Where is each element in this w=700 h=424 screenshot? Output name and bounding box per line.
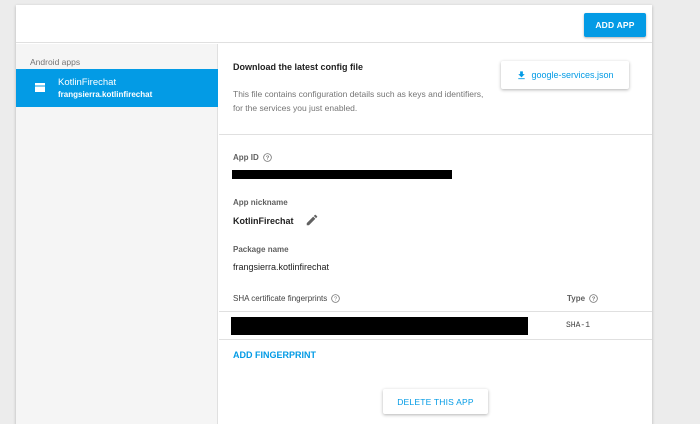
type-column-label: Type ? xyxy=(567,294,598,303)
sha-fingerprints-label: SHA certificate fingerprints ? xyxy=(233,294,341,303)
project-settings-card: ADD APP Android apps KotlinFirechat fran… xyxy=(16,5,652,424)
section-divider xyxy=(219,134,652,135)
download-config-label: google-services.json xyxy=(531,70,614,80)
sidebar-heading: Android apps xyxy=(30,57,81,67)
table-divider xyxy=(219,311,652,312)
svg-text:?: ? xyxy=(265,156,269,162)
app-nickname-label-text: App nickname xyxy=(233,198,288,207)
package-name-label-text: Package name xyxy=(233,245,289,254)
download-icon xyxy=(518,70,526,79)
help-icon[interactable]: ? xyxy=(331,294,341,303)
app-nickname-label: App nickname xyxy=(233,198,288,207)
package-name-label: Package name xyxy=(233,245,289,254)
edit-pencil-icon[interactable] xyxy=(305,213,319,227)
app-details-panel: Download the latest config file This fil… xyxy=(219,44,652,424)
help-icon[interactable]: ? xyxy=(589,294,598,303)
card-header: ADD APP xyxy=(16,5,652,43)
sha-fingerprint-redacted xyxy=(231,317,528,335)
apps-sidebar: Android apps KotlinFirechat frangsierra.… xyxy=(16,44,218,424)
svg-text:?: ? xyxy=(592,297,596,303)
help-icon[interactable]: ? xyxy=(263,153,272,162)
sidebar-item-kotlinfirechat[interactable]: KotlinFirechat frangsierra.kotlinfirecha… xyxy=(16,69,218,107)
download-config-button[interactable]: google-services.json xyxy=(501,61,629,89)
table-divider xyxy=(219,339,652,340)
app-id-redacted xyxy=(232,170,452,179)
type-label-text: Type xyxy=(567,294,586,303)
sha-fingerprints-label-text: SHA certificate fingerprints xyxy=(233,294,328,303)
config-title: Download the latest config file xyxy=(233,62,364,72)
app-id-label: App ID ? xyxy=(233,153,272,162)
add-app-button[interactable]: ADD APP xyxy=(584,13,646,37)
sha-type-value: SHA-1 xyxy=(566,321,591,330)
add-fingerprint-link[interactable]: ADD FINGERPRINT xyxy=(233,350,316,360)
package-name-value: frangsierra.kotlinfirechat xyxy=(233,262,330,272)
config-description: This file contains configuration details… xyxy=(233,89,484,113)
app-id-label-text: App ID xyxy=(233,153,259,162)
android-app-icon xyxy=(35,83,45,92)
sidebar-item-name: KotlinFirechat xyxy=(58,77,117,88)
sidebar-item-package: frangsierra.kotlinfirechat xyxy=(58,90,153,99)
delete-app-button[interactable]: DELETE THIS APP xyxy=(383,389,488,414)
app-nickname-value: KotlinFirechat xyxy=(233,216,294,226)
